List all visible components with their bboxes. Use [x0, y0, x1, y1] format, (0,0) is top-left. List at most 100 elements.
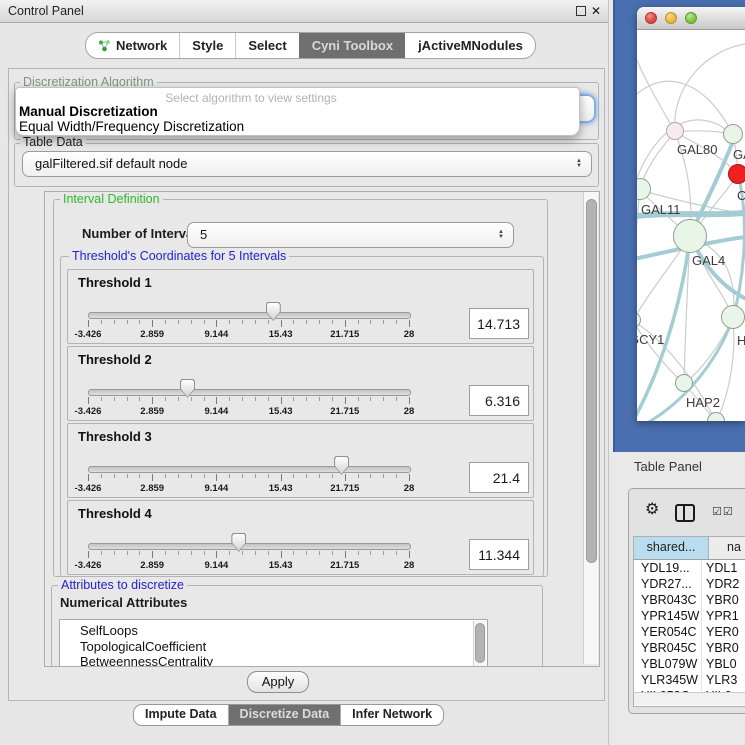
tick-mark — [396, 474, 397, 478]
tick-mark — [165, 397, 166, 401]
bottom-tab-impute-data[interactable]: Impute Data — [134, 705, 228, 725]
split-columns-icon[interactable] — [675, 504, 695, 522]
slider-thumb[interactable] — [334, 456, 349, 475]
numerical-attributes-list[interactable]: SelfLoopsTopologicalCoefficientBetweenne… — [59, 619, 488, 667]
network-canvas[interactable]: GAL80GACGAL11GAL4GCY1HHAP2 — [637, 30, 745, 421]
tab-style[interactable]: Style — [179, 33, 235, 58]
tick-label: 21.715 — [325, 560, 365, 571]
thumb-face — [335, 457, 348, 474]
threshold-value-field[interactable]: 14.713 — [469, 308, 529, 339]
attribute-list-item[interactable]: TopologicalCoefficient — [60, 639, 487, 655]
tick-mark — [139, 397, 140, 401]
network-node[interactable] — [673, 219, 707, 253]
threshold-value-field[interactable]: 11.344 — [469, 539, 529, 570]
interval-definition-group: Interval Definition Number of Intervals … — [53, 199, 548, 577]
slider-thumb[interactable] — [266, 302, 281, 321]
table-row[interactable]: YPR145WYPR1 — [634, 608, 745, 624]
tick-mark — [255, 551, 256, 555]
tick-mark — [242, 320, 243, 324]
apply-button[interactable]: Apply — [247, 671, 309, 693]
column-header-shared-name[interactable]: shared... — [634, 537, 709, 559]
thumb-face — [232, 534, 245, 551]
table-row[interactable]: YBL079WYBL0 — [634, 656, 745, 672]
close-traffic-light-icon[interactable] — [645, 12, 657, 24]
threshold-value-field[interactable]: 6.316 — [469, 385, 529, 416]
table-row[interactable]: YER054CYER0 — [634, 624, 745, 640]
tick-label: -3.426 — [68, 406, 108, 417]
select-columns-icon[interactable]: ☑☑ — [712, 505, 734, 518]
tick-mark — [204, 397, 205, 401]
bottom-tab-infer-network[interactable]: Infer Network — [340, 705, 443, 725]
tab-select[interactable]: Select — [235, 33, 298, 58]
close-icon[interactable]: ✕ — [591, 3, 601, 19]
tab-network[interactable]: Network — [86, 33, 179, 58]
tick-mark — [242, 551, 243, 555]
tick-mark — [178, 474, 179, 478]
attributes-list-scrollbar-thumb[interactable] — [475, 623, 485, 663]
table-horizontal-scrollbar[interactable] — [634, 692, 745, 705]
attributes-list-scrollbar[interactable] — [473, 621, 486, 667]
node-label: H — [737, 333, 745, 348]
cell-shared-name: YPR145W — [634, 608, 702, 624]
tick-mark — [216, 320, 217, 327]
tab-bar: Network StyleSelectCyni ToolboxjActiveMNo… — [85, 32, 536, 59]
dropdown-option[interactable]: Manual Discretization — [19, 104, 559, 119]
slider-thumb[interactable] — [231, 533, 246, 552]
tab-label: Network — [116, 38, 167, 53]
table-row[interactable]: YBR043CYBR0 — [634, 592, 745, 608]
tick-mark — [370, 551, 371, 555]
cell-name: YBR0 — [702, 592, 739, 608]
numerical-attributes-label: Numerical Attributes — [60, 595, 187, 610]
thumb-face — [267, 303, 280, 320]
table-row[interactable]: YBR045CYBR0 — [634, 640, 745, 656]
network-node[interactable] — [721, 305, 745, 329]
network-node[interactable] — [675, 374, 693, 392]
tick-mark — [281, 397, 282, 404]
settings-scrollbar[interactable] — [583, 192, 598, 664]
tick-mark — [281, 474, 282, 481]
zoom-traffic-light-icon[interactable] — [685, 12, 697, 24]
network-node[interactable] — [728, 164, 745, 184]
attribute-list-item[interactable]: SelfLoops — [60, 620, 487, 639]
slider-track[interactable] — [88, 389, 411, 396]
table-data-combobox[interactable]: galFiltered.sif default node ▲▼ — [22, 151, 592, 177]
number-of-intervals-value: 5 — [200, 223, 207, 246]
number-of-intervals-combobox[interactable]: 5 ▲▼ — [187, 222, 514, 248]
cell-shared-name: YER054C — [634, 624, 702, 640]
tick-mark — [165, 320, 166, 324]
tick-mark — [319, 474, 320, 478]
settings-scrollbar-thumb[interactable] — [586, 199, 597, 563]
bottom-tab-discretize-data[interactable]: Discretize Data — [228, 705, 341, 725]
threshold-value-field[interactable]: 21.4 — [469, 462, 529, 493]
tick-label: 2.859 — [132, 483, 172, 494]
column-header-name[interactable]: na — [709, 537, 745, 559]
tick-label: 28 — [389, 329, 429, 340]
tick-mark — [383, 474, 384, 478]
tab-cyni-toolbox[interactable]: Cyni Toolbox — [299, 33, 405, 58]
slider-track[interactable] — [88, 312, 411, 319]
tick-mark — [358, 474, 359, 478]
tick-mark — [114, 474, 115, 478]
node-label: GCY1 — [637, 332, 664, 347]
bottom-tab-bar: Impute DataDiscretize DataInfer Network — [133, 704, 444, 726]
slider-track[interactable] — [88, 543, 411, 550]
tick-mark — [191, 474, 192, 478]
table-row[interactable]: YDL19...YDL1 — [634, 560, 745, 576]
threshold-label: Threshold 1 — [78, 275, 152, 290]
cell-name: YBL0 — [702, 656, 737, 672]
slider-track[interactable] — [88, 466, 411, 473]
tick-label: 2.859 — [132, 329, 172, 340]
gear-icon[interactable]: ⚙ — [645, 501, 659, 519]
tab-jactivemnodules[interactable]: jActiveMNodules — [405, 33, 535, 58]
network-node[interactable] — [723, 124, 743, 144]
minimize-traffic-light-icon[interactable] — [665, 12, 677, 24]
table-row[interactable]: YDR27...YDR2 — [634, 576, 745, 592]
tick-mark — [409, 320, 410, 327]
network-node[interactable] — [666, 122, 684, 140]
dropdown-option[interactable]: Equal Width/Frequency Discretization — [19, 119, 559, 134]
slider-thumb[interactable] — [180, 379, 195, 398]
table-row[interactable]: YLR345WYLR3 — [634, 672, 745, 688]
table-data-value: galFiltered.sif default node — [35, 152, 187, 175]
attribute-list-item[interactable]: BetweennessCentrality — [60, 654, 487, 667]
float-window-icon[interactable] — [576, 6, 586, 16]
